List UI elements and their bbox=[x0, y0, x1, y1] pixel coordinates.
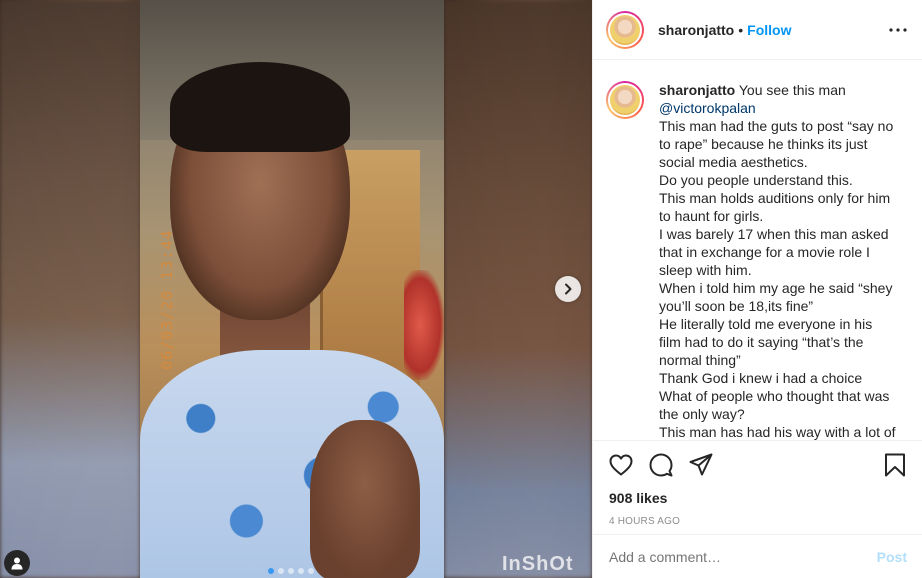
post-media[interactable]: 06/03/20 13:44 InShOt bbox=[0, 0, 592, 578]
carousel-dot bbox=[298, 568, 304, 574]
video-frame[interactable] bbox=[140, 0, 444, 578]
carousel-dot bbox=[308, 568, 314, 574]
caption-line: Thank God i knew i had a choice bbox=[659, 370, 863, 386]
post-time[interactable]: 4 HOURS AGO bbox=[593, 515, 922, 529]
caption-username[interactable]: sharonjatto bbox=[659, 82, 735, 98]
caption-text: sharonjatto You see this man @victorokpa… bbox=[659, 81, 897, 440]
comment-icon bbox=[649, 453, 673, 477]
caption-line: He literally told me everyone in his fil… bbox=[659, 316, 873, 368]
caption-line: When i told him my age he said “shey you… bbox=[659, 280, 893, 314]
tagged-users-button[interactable] bbox=[4, 550, 30, 576]
caption-first-line: sharonjatto You see this man bbox=[659, 81, 897, 99]
caption-line: This man holds auditions only for him to… bbox=[659, 190, 891, 224]
post-header: sharonjatto • Follow bbox=[593, 0, 922, 60]
comment-button[interactable] bbox=[648, 452, 674, 478]
chevron-right-icon bbox=[565, 283, 572, 295]
post-side-panel: sharonjatto • Follow sharonjatto You see… bbox=[592, 0, 922, 578]
likes-count[interactable]: 908 likes bbox=[593, 489, 922, 507]
person-hair bbox=[170, 62, 350, 152]
post-actions-area: 908 likes 4 HOURS AGO Post bbox=[593, 440, 922, 578]
more-options-button[interactable] bbox=[888, 20, 908, 40]
comment-input[interactable] bbox=[609, 548, 877, 565]
more-horizontal-icon bbox=[889, 27, 907, 32]
media-blur-left bbox=[0, 0, 140, 578]
carousel-dot bbox=[278, 568, 284, 574]
video-red-cloth bbox=[404, 270, 444, 380]
carousel-dot bbox=[288, 568, 294, 574]
carousel-indicator bbox=[268, 568, 314, 574]
bookmark-icon bbox=[885, 453, 905, 477]
caption-mention-link[interactable]: @victorokpalan bbox=[659, 100, 756, 116]
caption-opening: You see this man bbox=[738, 82, 846, 98]
follow-button[interactable]: Follow bbox=[747, 22, 791, 38]
avatar[interactable] bbox=[608, 83, 642, 117]
comments-scroll-area[interactable]: sharonjatto You see this man @victorokpa… bbox=[593, 61, 922, 440]
user-icon bbox=[11, 557, 23, 570]
video-timestamp-overlay: 06/03/20 13:44 bbox=[158, 229, 176, 370]
share-button[interactable] bbox=[688, 452, 714, 478]
caption-line: This man had the guts to post “say no to… bbox=[659, 118, 894, 170]
post-caption: sharonjatto You see this man @victorokpa… bbox=[606, 81, 907, 440]
caption-line: This man has had his way with a lot of bbox=[659, 424, 896, 440]
caption-line: I was barely 17 when this man asked that… bbox=[659, 226, 889, 278]
author-username[interactable]: sharonjatto bbox=[658, 22, 734, 38]
save-button[interactable] bbox=[882, 452, 908, 478]
inshot-watermark: InShOt bbox=[502, 553, 574, 575]
caption-line: Do you people understand this. bbox=[659, 172, 853, 188]
share-icon bbox=[689, 453, 713, 476]
heart-icon bbox=[609, 454, 633, 476]
avatar[interactable] bbox=[608, 12, 642, 47]
post-comment-button[interactable]: Post bbox=[877, 549, 907, 565]
caption-avatar-ring[interactable] bbox=[606, 81, 644, 119]
carousel-dot bbox=[268, 568, 274, 574]
carousel-next-button[interactable] bbox=[555, 276, 581, 302]
action-bar bbox=[593, 441, 922, 489]
like-button[interactable] bbox=[608, 452, 634, 478]
caption-line: What of people who thought that was the … bbox=[659, 388, 890, 422]
header-separator: • bbox=[738, 21, 744, 38]
person-hand bbox=[310, 420, 420, 578]
author-avatar-ring[interactable] bbox=[606, 10, 644, 49]
add-comment-bar: Post bbox=[593, 534, 922, 578]
